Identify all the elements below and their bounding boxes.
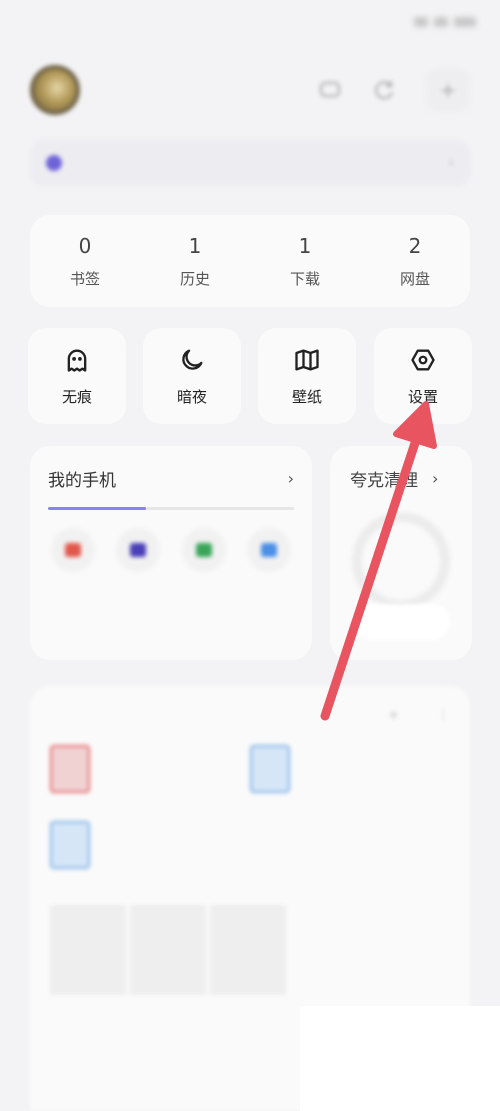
stat-bookmarks[interactable]: 0 书签 [30, 215, 140, 307]
plus-icon: + [439, 78, 457, 102]
incognito-button[interactable]: 无痕 [28, 328, 126, 424]
my-phone-title: 我的手机 [48, 471, 116, 491]
profile-row: + [30, 62, 470, 118]
app-icon [116, 528, 161, 572]
status-bar [0, 0, 500, 44]
chevron-right-icon: › [448, 155, 454, 171]
app-icon [246, 528, 291, 572]
clean-header: 夸克清理 › [350, 466, 472, 491]
app-icon [51, 528, 95, 572]
settings-button[interactable]: 设置 [374, 328, 472, 424]
clean-button[interactable] [354, 604, 450, 640]
stat-cloud-drive[interactable]: 2 网盘 [360, 215, 470, 307]
storage-progress-bar [48, 507, 294, 510]
avatar[interactable] [30, 65, 80, 115]
doc-grid [50, 745, 450, 869]
doc-item[interactable] [250, 745, 450, 793]
vip-icon [46, 155, 62, 171]
recent-tile[interactable] [210, 905, 286, 995]
promo-banner[interactable]: › [30, 140, 470, 186]
refresh-icon[interactable] [372, 78, 396, 102]
ghost-icon [67, 349, 87, 372]
image-file-icon [250, 745, 290, 793]
chevron-right-icon[interactable]: › [432, 469, 438, 488]
stat-label: 历史 [179, 269, 210, 288]
my-phone-header: 我的手机 › [48, 466, 294, 491]
header-actions: + [318, 68, 470, 112]
recent-docs-actions: + ⋮ [388, 708, 450, 723]
stat-value: 1 [298, 233, 312, 258]
storage-gauge [352, 512, 450, 610]
phone-app-list [48, 528, 294, 588]
stat-label: 下载 [289, 269, 320, 288]
signal-icon [414, 17, 428, 27]
phone-app-item[interactable] [113, 528, 163, 588]
recent-tile[interactable] [50, 905, 126, 995]
phone-app-item[interactable] [179, 528, 229, 588]
stat-value: 2 [408, 233, 422, 258]
bottom-cover [300, 1006, 500, 1111]
pdf-file-icon [50, 745, 90, 793]
wallpaper-label: 壁纸 [291, 387, 322, 406]
quark-clean-card[interactable]: 夸克清理 › [330, 446, 472, 660]
stat-value: 0 [78, 233, 92, 258]
recent-tile[interactable] [130, 905, 206, 995]
doc-item[interactable] [50, 745, 250, 793]
more-icon[interactable]: ⋮ [437, 708, 450, 723]
stats-card: 0 书签 1 历史 1 下载 2 网盘 [30, 215, 470, 307]
stat-label: 书签 [69, 269, 100, 288]
message-icon[interactable] [318, 78, 342, 102]
wallpaper-button[interactable]: 壁纸 [258, 328, 356, 424]
hexagon-settings-icon [411, 349, 435, 370]
storage-progress-fill [48, 507, 147, 510]
stat-downloads[interactable]: 1 下载 [250, 215, 360, 307]
clean-title: 夸克清理 [350, 471, 418, 491]
recent-tiles [50, 905, 450, 995]
moon-icon [182, 349, 203, 370]
battery-icon [454, 17, 476, 27]
status-icons [414, 17, 476, 27]
image-file-icon [50, 821, 90, 869]
my-phone-card[interactable]: 我的手机 › [30, 446, 312, 660]
recent-docs-header: + ⋮ [50, 708, 450, 723]
stat-label: 网盘 [399, 269, 430, 288]
night-mode-button[interactable]: 暗夜 [143, 328, 241, 424]
doc-item[interactable] [50, 821, 250, 869]
incognito-label: 无痕 [61, 387, 92, 406]
phone-app-item[interactable] [244, 528, 294, 588]
stat-history[interactable]: 1 历史 [140, 215, 250, 307]
phone-app-item[interactable] [48, 528, 98, 588]
add-icon[interactable]: + [388, 708, 399, 723]
stat-value: 1 [188, 233, 202, 258]
night-mode-label: 暗夜 [176, 387, 207, 406]
wifi-icon [434, 17, 448, 27]
chevron-right-icon[interactable]: › [288, 469, 294, 488]
settings-label: 设置 [407, 387, 438, 406]
book-open-icon [295, 349, 319, 370]
app-icon [181, 528, 226, 572]
more-button[interactable]: + [426, 68, 470, 112]
